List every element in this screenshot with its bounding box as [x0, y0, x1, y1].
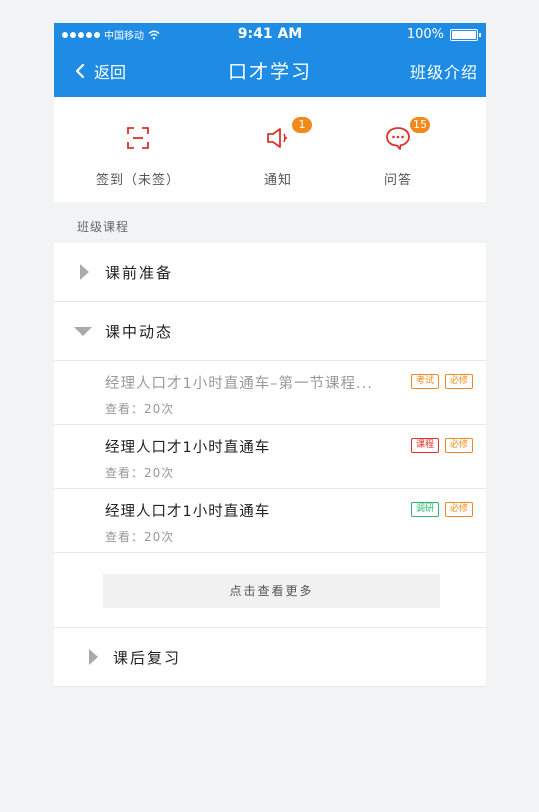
battery-percent: 100%	[406, 27, 444, 42]
nav-bar: 返回 口才学习 班级介绍	[54, 51, 486, 87]
header: 中国移动 9:41 AM 100% 返回 口才学习 班级介绍	[54, 23, 486, 97]
speaker-icon	[267, 128, 287, 148]
item-title: 经理人口才1小时直通车	[105, 504, 271, 520]
tag-badge: 必修	[444, 438, 473, 453]
item-views: 查看：20次	[105, 402, 175, 416]
item-tags: 课程 必修	[410, 438, 473, 453]
tag-badge: 考试	[410, 374, 439, 389]
chat-bubble-icon	[386, 127, 410, 150]
qa-badge: 15	[410, 117, 430, 133]
phone-screen: 中国移动 9:41 AM 100% 返回 口才学习 班级介绍 签到（未签） 1 …	[54, 23, 486, 687]
battery-icon	[450, 28, 481, 41]
course-list: 课前准备 课中动态 经理人口才1小时直通车–第一节课程... 查看：20次 考试…	[54, 243, 486, 687]
status-bar: 中国移动 9:41 AM 100%	[54, 23, 486, 45]
tag-badge: 必修	[444, 502, 473, 517]
scan-icon	[127, 127, 149, 149]
section-label: 班级课程	[77, 220, 130, 234]
item-views: 查看：20次	[105, 466, 175, 480]
item-tags: 调研 必修	[410, 502, 473, 517]
item-views: 查看：20次	[105, 530, 175, 544]
more-section: 点击查看更多	[54, 553, 486, 628]
notice-action[interactable]: 1 通知	[208, 97, 348, 202]
list-item[interactable]: 经理人口才1小时直通车 查看：20次 调研 必修	[54, 489, 486, 553]
group-after-class[interactable]: 课后复习	[54, 628, 486, 687]
group-title: 课后复习	[113, 649, 182, 667]
group-title: 课中动态	[105, 323, 174, 341]
item-title: 经理人口才1小时直通车	[105, 440, 271, 456]
checkin-action[interactable]: 签到（未签）	[68, 97, 208, 202]
tag-badge: 调研	[410, 502, 439, 517]
quick-actions: 签到（未签） 1 通知 15 问答	[54, 97, 486, 202]
caret-right-icon	[80, 264, 89, 280]
checkin-label: 签到（未签）	[95, 173, 180, 188]
tag-badge: 必修	[444, 374, 473, 389]
item-tags: 考试 必修	[410, 374, 473, 389]
notice-label: 通知	[263, 173, 292, 188]
class-intro-link[interactable]: 班级介绍	[410, 59, 478, 83]
list-item[interactable]: 经理人口才1小时直通车–第一节课程... 查看：20次 考试 必修	[54, 361, 486, 425]
item-title: 经理人口才1小时直通车–第一节课程...	[105, 376, 373, 392]
caret-down-icon	[74, 327, 92, 336]
group-before-class[interactable]: 课前准备	[54, 243, 486, 302]
tag-badge: 课程	[410, 438, 439, 453]
group-during-class[interactable]: 课中动态	[54, 302, 486, 361]
qa-action[interactable]: 15 问答	[328, 97, 468, 202]
view-more-button[interactable]: 点击查看更多	[103, 574, 440, 608]
caret-right-icon	[89, 649, 98, 665]
list-item[interactable]: 经理人口才1小时直通车 查看：20次 课程 必修	[54, 425, 486, 489]
qa-label: 问答	[383, 173, 412, 188]
battery-info: 100%	[406, 27, 481, 42]
notice-badge: 1	[292, 117, 312, 133]
group-title: 课前准备	[105, 264, 174, 282]
